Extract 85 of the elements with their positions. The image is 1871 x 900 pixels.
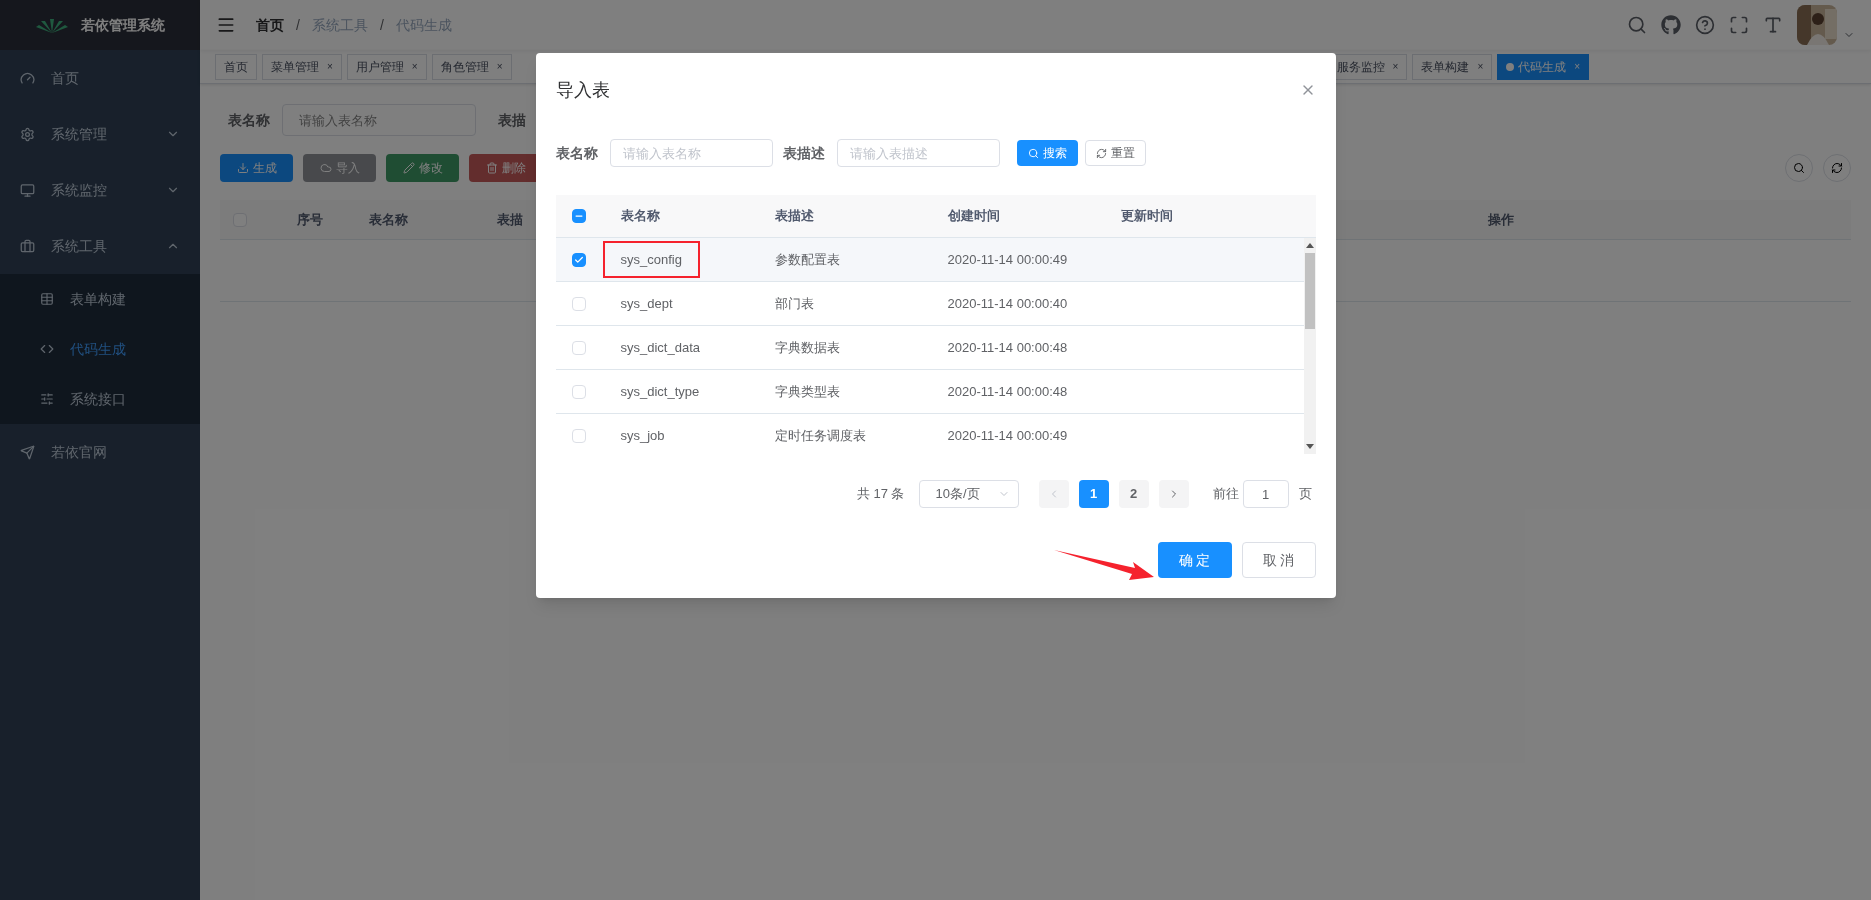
table-cell-text: 部门表 bbox=[774, 294, 815, 313]
sidebar-item[interactable]: 系统工具 bbox=[0, 218, 200, 274]
breadcrumb-separator: / bbox=[296, 15, 300, 35]
column-header: 更新时间 bbox=[1120, 207, 1174, 226]
page-tab[interactable]: 表单构建 × bbox=[1412, 53, 1493, 80]
sidebar-item[interactable]: 系统监控 bbox=[0, 162, 200, 218]
column-header: 序号 bbox=[297, 210, 324, 229]
column-header: 表描述 bbox=[774, 207, 815, 226]
table-cell-text: 2020-11-14 00:00:48 bbox=[947, 338, 1069, 357]
field-label: 表名称 bbox=[555, 143, 598, 163]
scrollbar[interactable] bbox=[1303, 238, 1316, 454]
field-label: 表描 bbox=[498, 110, 526, 130]
search-button[interactable]: 搜索 bbox=[1016, 140, 1078, 166]
table-cell-text: 参数配置表 bbox=[774, 250, 841, 269]
tab-close[interactable]: × bbox=[1574, 59, 1581, 74]
refresh-icon bbox=[1095, 147, 1107, 159]
button-icon bbox=[402, 162, 415, 174]
checkbox[interactable] bbox=[572, 209, 586, 223]
column-header: 操作 bbox=[1488, 210, 1514, 229]
goto-label: 前往 bbox=[1212, 485, 1239, 504]
app-title: 若依管理系统 bbox=[81, 15, 165, 35]
sidebar-item[interactable]: 系统管理 bbox=[0, 106, 200, 162]
scroll-up-icon bbox=[1305, 243, 1314, 248]
search-icon bbox=[1793, 162, 1805, 174]
scroll-down-icon bbox=[1305, 444, 1314, 449]
font-size-icon[interactable] bbox=[1763, 15, 1783, 35]
dialog-title: 导入表 bbox=[555, 78, 610, 102]
page-tab[interactable]: 角色管理 × bbox=[431, 53, 512, 80]
checkbox[interactable] bbox=[572, 252, 586, 267]
page-tab[interactable]: 用户管理 × bbox=[346, 53, 427, 80]
help-icon[interactable] bbox=[1695, 15, 1715, 35]
submenu-item[interactable]: 代码生成 bbox=[0, 324, 200, 374]
search-icon bbox=[1027, 147, 1039, 159]
field-label: 表名称 bbox=[228, 110, 270, 130]
tab-close[interactable]: × bbox=[1477, 59, 1484, 74]
table-cell-text: sys_job bbox=[619, 426, 666, 445]
page-input[interactable]: 1 bbox=[1242, 480, 1289, 508]
button-icon bbox=[236, 162, 249, 174]
toolbar-button[interactable]: 生成 bbox=[220, 154, 293, 182]
sidebar-item[interactable]: 首页 bbox=[0, 50, 200, 106]
menu-toggle-icon[interactable] bbox=[216, 15, 236, 35]
page-tab[interactable]: 首页 bbox=[215, 53, 257, 80]
page-tab[interactable]: 代码生成 × bbox=[1497, 53, 1590, 80]
reset-button[interactable]: 重置 bbox=[1084, 140, 1146, 166]
table-cell-text: 2020-11-14 00:00:49 bbox=[947, 250, 1069, 269]
column-header: 表名称 bbox=[619, 207, 661, 226]
tab-close[interactable]: × bbox=[496, 59, 503, 74]
search-field[interactable]: 请输入表名称 bbox=[609, 139, 773, 167]
cancel-button[interactable]: 取 消 bbox=[1241, 542, 1316, 578]
sidebar-item[interactable]: 若依官网 bbox=[0, 424, 200, 480]
column-header: 创建时间 bbox=[947, 207, 1001, 226]
search-field[interactable]: 请输入表描述 bbox=[836, 139, 1000, 167]
table-cell-text: sys_dept bbox=[619, 294, 674, 313]
table-cell-text: sys_dict_data bbox=[619, 338, 701, 357]
search-icon[interactable] bbox=[1627, 15, 1647, 35]
refresh-icon bbox=[1831, 162, 1843, 174]
table-cell-text: 字典类型表 bbox=[774, 382, 841, 401]
table-cell-text: sys_dict_type bbox=[619, 382, 701, 401]
tab-close[interactable]: × bbox=[411, 59, 418, 74]
breadcrumb-separator: / bbox=[379, 15, 384, 35]
button-icon bbox=[485, 162, 498, 174]
table-cell-text: 2020-11-14 00:00:40 bbox=[947, 294, 1069, 313]
page-size-select[interactable]: 10条/页 bbox=[918, 480, 1019, 508]
tab-close[interactable]: × bbox=[327, 59, 333, 74]
tab-close[interactable]: × bbox=[1392, 59, 1399, 74]
page-tab[interactable]: 菜单管理 × bbox=[262, 53, 342, 80]
total-count: 共 17 条 bbox=[856, 485, 905, 504]
table-cell-text: 2020-11-14 00:00:49 bbox=[947, 426, 1069, 445]
confirm-button[interactable]: 确 定 bbox=[1157, 542, 1232, 578]
table-cell-text: 定时任务调度表 bbox=[774, 426, 867, 445]
field-label: 表描述 bbox=[782, 143, 825, 163]
page-button[interactable]: 1 bbox=[1078, 480, 1109, 508]
check-icon bbox=[574, 254, 584, 265]
table-cell: sys_config bbox=[602, 240, 700, 279]
page-suffix: 页 bbox=[1298, 485, 1312, 504]
fullscreen-icon[interactable] bbox=[1729, 15, 1749, 35]
column-header: 表名称 bbox=[369, 210, 409, 229]
page-button[interactable]: 2 bbox=[1118, 480, 1149, 508]
button-icon bbox=[319, 162, 332, 174]
table-cell-text: 2020-11-14 00:00:48 bbox=[947, 382, 1069, 401]
submenu-item[interactable]: 表单构建 bbox=[0, 274, 200, 324]
column-header: 表描 bbox=[497, 210, 523, 229]
github-icon[interactable] bbox=[1661, 15, 1681, 35]
table-cell-text: 字典数据表 bbox=[774, 338, 841, 357]
breadcrumb-item[interactable]: 首页 bbox=[256, 14, 284, 36]
